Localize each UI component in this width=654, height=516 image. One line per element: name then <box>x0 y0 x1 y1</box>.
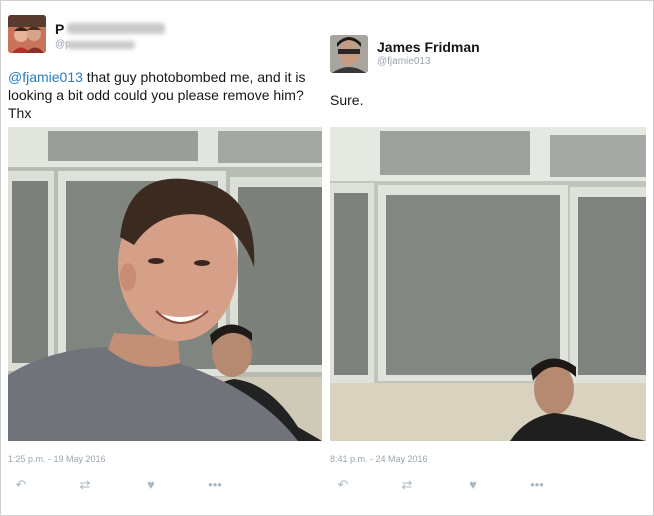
retweet-icon[interactable]: ⇄ <box>75 477 95 493</box>
original-tweet: P @p @fjamie013 that guy photobombed me,… <box>1 1 327 515</box>
tweet-photo[interactable] <box>8 127 322 441</box>
reply-icon[interactable]: ↶ <box>11 477 31 493</box>
reply-tweet: James Fridman @fjamie013 Sure. 8:41 p.m.… <box>327 1 653 515</box>
tweet-photo[interactable] <box>330 127 646 441</box>
tweet-timestamp[interactable]: 8:41 p.m. - 24 May 2016 <box>330 454 428 464</box>
like-icon[interactable]: ♥ <box>463 477 483 493</box>
author-name[interactable]: P <box>55 21 64 37</box>
reply-icon[interactable]: ↶ <box>333 477 353 493</box>
author-avatar[interactable] <box>330 35 368 73</box>
author-handle[interactable]: @fjamie013 <box>377 56 431 67</box>
redacted-name <box>67 23 165 34</box>
like-icon[interactable]: ♥ <box>141 477 161 493</box>
author-name[interactable]: James Fridman <box>377 39 480 55</box>
author-avatar[interactable] <box>8 15 46 53</box>
more-icon[interactable]: ••• <box>205 477 225 493</box>
redacted-handle <box>67 41 135 49</box>
mention-link[interactable]: @fjamie013 <box>8 69 83 85</box>
tweet-timestamp[interactable]: 1:25 p.m. - 19 May 2016 <box>8 454 106 464</box>
tweet-text: @fjamie013 that guy photobombed me, and … <box>8 68 324 122</box>
retweet-icon[interactable]: ⇄ <box>397 477 417 493</box>
tweet-text: Sure. <box>330 92 364 108</box>
more-icon[interactable]: ••• <box>527 477 547 493</box>
screenshot-frame: P @p @fjamie013 that guy photobombed me,… <box>0 0 654 516</box>
